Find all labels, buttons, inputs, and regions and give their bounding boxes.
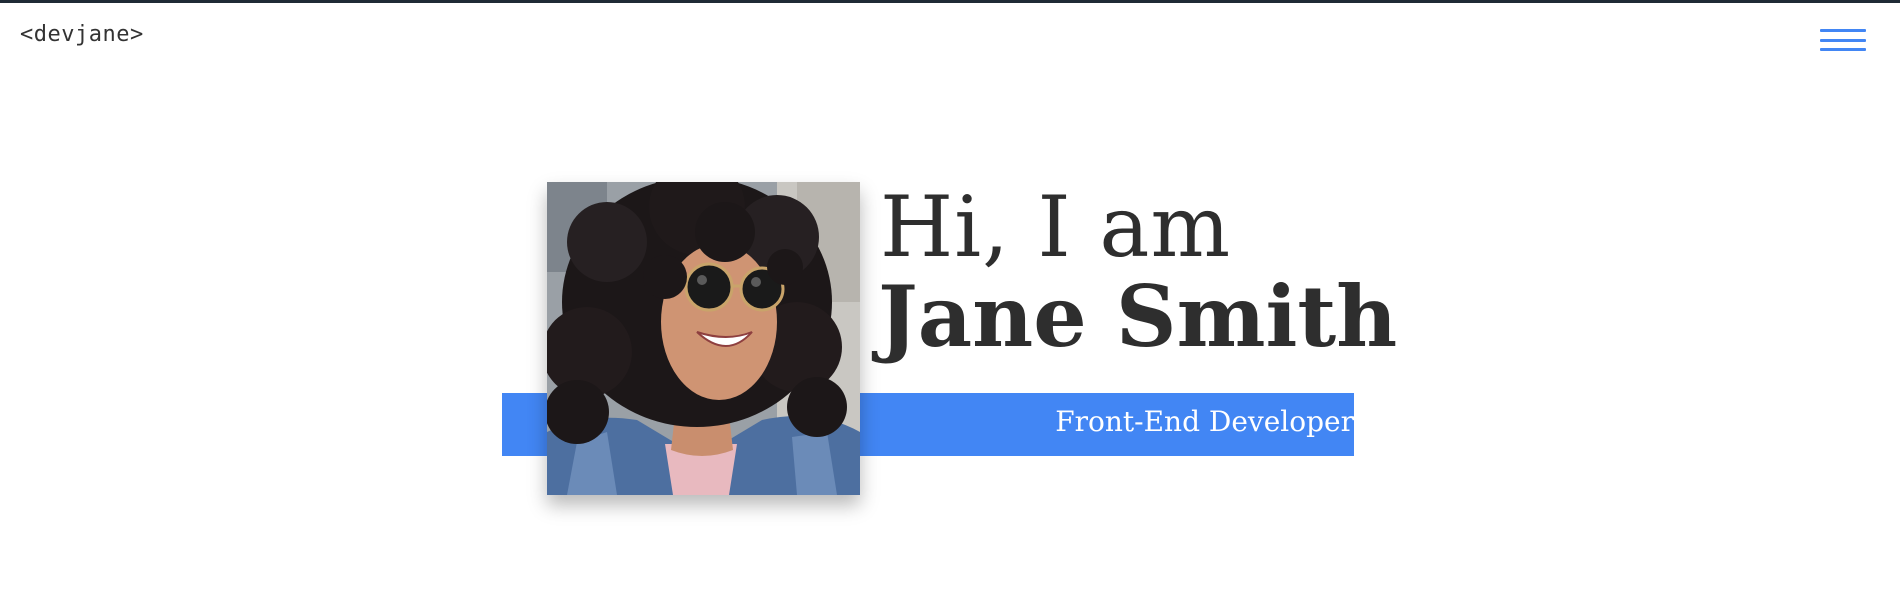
- role-title: Front-End Developer: [1055, 405, 1354, 438]
- hero-name: Jane Smith: [878, 267, 1398, 366]
- hero-section: Front-End Developer Hi, I am Jane Smith: [0, 3, 1900, 607]
- hero-greeting: Hi, I am: [880, 178, 1232, 276]
- profile-photo-illustration: [547, 182, 860, 495]
- profile-photo: [547, 182, 860, 495]
